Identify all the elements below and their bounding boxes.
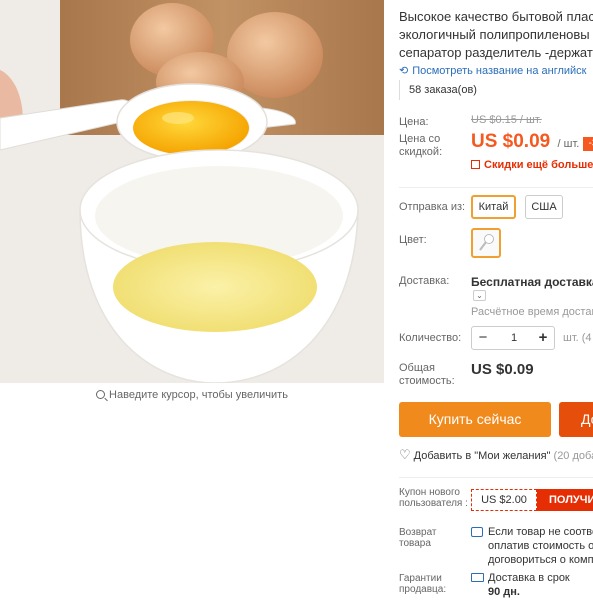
return-label: Возврат товара xyxy=(399,527,437,549)
product-title-line: Высокое качество бытовой плас xyxy=(399,9,593,24)
return-policy-line: договориться о компе xyxy=(488,554,593,566)
orders-count: 58 заказа(ов) xyxy=(399,80,499,100)
old-price: US $0.15 / шт. xyxy=(471,114,542,126)
delivery-label: Доставка: xyxy=(399,275,450,287)
ship-from-option-usa[interactable]: США xyxy=(525,195,563,219)
wishlist-label: Добавить в "Мои желания" xyxy=(413,450,551,462)
wishlist-count: (20 доба xyxy=(553,450,593,462)
translate-title-link[interactable]: ⟲ Посмотреть название на английск xyxy=(399,64,587,77)
color-option-thumbnail[interactable] xyxy=(471,228,501,258)
ship-from-label: Отправка из: xyxy=(399,201,466,213)
product-info: Высокое качество бытовой плас экологичны… xyxy=(399,0,593,604)
buy-now-button[interactable]: Купить сейчас xyxy=(399,402,551,437)
price-unit: / шт. xyxy=(557,138,580,150)
quantity-input[interactable]: 1 xyxy=(494,327,534,349)
magnifier-icon xyxy=(96,390,106,399)
divider xyxy=(399,187,593,188)
egg-separator-icon xyxy=(479,234,494,251)
return-policy-line: оплатив стоимость об xyxy=(488,540,593,552)
more-discounts-link[interactable]: Скидки ещё больше в xyxy=(471,159,593,171)
divider xyxy=(399,477,593,478)
guarantee-line: Доставка в срок xyxy=(488,572,570,584)
qr-code-icon xyxy=(471,160,480,169)
more-discounts-text: Скидки ещё больше в xyxy=(484,159,593,171)
product-title-line: сепаратор разделитель -держате xyxy=(399,45,593,60)
guarantee-text: Доставка в срок 90 дн. xyxy=(488,571,570,599)
coupon-amount: US $2.00 xyxy=(471,489,537,511)
zoom-hint-text: Наведите курсор, чтобы увеличить xyxy=(109,389,288,401)
translate-link-text: Посмотреть название на английск xyxy=(412,65,587,77)
quantity-label: Количество: xyxy=(399,332,462,344)
guarantee-label: Гарантии продавца: xyxy=(399,573,447,595)
return-policy-icon xyxy=(471,527,483,537)
quantity-unit: шт. (4 xyxy=(563,332,592,344)
quantity-decrease-button[interactable]: − xyxy=(472,327,494,349)
total-price: US $0.09 xyxy=(471,361,534,378)
add-to-wishlist-link[interactable]: ♡ Добавить в "Мои желания" (20 доба xyxy=(399,447,593,463)
product-title: Высокое качество бытовой плас экологичны… xyxy=(399,8,593,62)
discount-price-value: US $0.09 xyxy=(471,131,551,152)
old-price-label: Цена: xyxy=(399,116,429,128)
heart-icon: ♡ xyxy=(399,447,411,462)
egg-separator-image xyxy=(0,0,384,383)
delivery-estimate: Расчётное время доставк xyxy=(471,306,593,318)
get-coupon-button[interactable]: ПОЛУЧИ xyxy=(537,489,593,511)
add-to-cart-button[interactable]: До xyxy=(559,402,593,437)
total-label: Общая стоимость: xyxy=(399,362,455,387)
product-title-line: экологичный полипропиленовы xyxy=(399,27,590,42)
color-label: Цвет: xyxy=(399,234,427,246)
delivery-expand-button[interactable]: ⌄ xyxy=(473,290,486,301)
return-policy-line: Если товар не соответ xyxy=(488,526,593,538)
quantity-stepper: − 1 + xyxy=(471,326,555,350)
quantity-increase-button[interactable]: + xyxy=(532,327,554,349)
discount-price-label: Цена со скидкой: xyxy=(399,133,443,158)
discount-badge: -3 xyxy=(583,137,593,151)
return-policy-text: Если товар не соответ оплатив стоимость … xyxy=(488,525,593,567)
coupon-label: Купон нового пользователя : xyxy=(399,487,468,509)
zoom-hint: Наведите курсор, чтобы увеличить xyxy=(0,389,384,401)
guarantee-days: 90 дн. xyxy=(488,586,520,598)
delivery-value: Бесплатная доставка в xyxy=(471,275,593,289)
product-photo[interactable] xyxy=(0,0,384,383)
translate-icon: ⟲ xyxy=(399,65,409,77)
ship-from-option-china[interactable]: Китай xyxy=(471,195,516,219)
delivery-truck-icon xyxy=(471,573,484,582)
discount-price: US $0.09 / шт. xyxy=(471,131,579,153)
